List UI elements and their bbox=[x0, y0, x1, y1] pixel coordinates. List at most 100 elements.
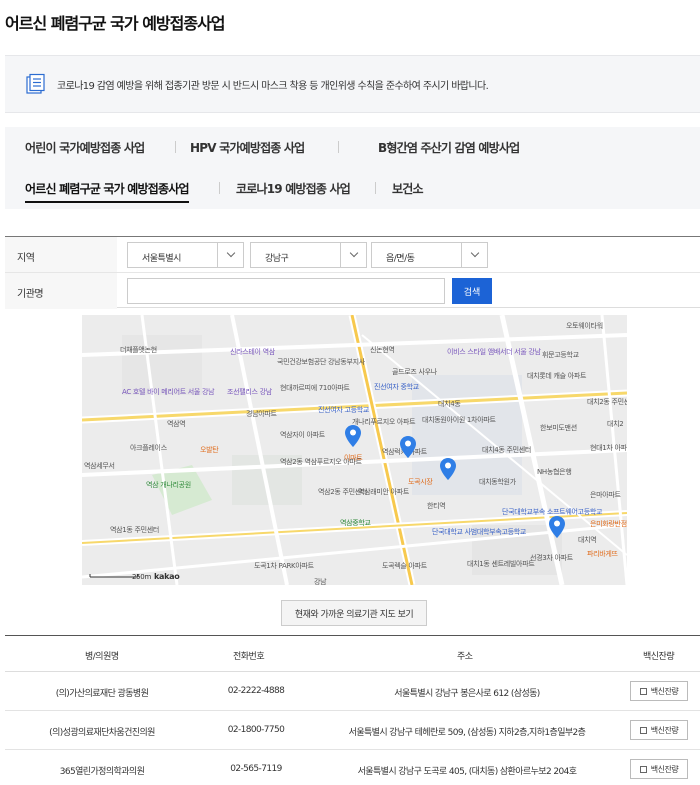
tab-covid19[interactable]: 코로나19 예방접종 사업 bbox=[236, 180, 351, 197]
map-label: 은미화랑반점 bbox=[590, 520, 627, 528]
map-pin-icon[interactable] bbox=[400, 436, 416, 458]
map-label: 역삼자이 아파트 bbox=[280, 431, 325, 439]
chevron-down-icon bbox=[470, 248, 479, 258]
notice-banner: 코로나19 감염 예방을 위해 접종기관 방문 시 반드시 마스크 착용 등 개… bbox=[5, 55, 700, 113]
table-row: (의)가산의료재단 광동병원 02-2222-4888 서울특별시 강남구 봉은… bbox=[5, 672, 700, 711]
clinic-address: 서울특별시 강남구 봉은사로 612 (삼성동) bbox=[394, 689, 540, 699]
sido-select-value: 서울특별시 bbox=[142, 254, 181, 264]
map-label: 신논현역 bbox=[370, 346, 395, 354]
map-label: 대치역 bbox=[578, 536, 597, 544]
map-label: 선경3차 아파트 bbox=[530, 554, 573, 562]
notice-text: 코로나19 감염 예방을 위해 접종기관 방문 시 반드시 마스크 착용 등 개… bbox=[57, 80, 489, 92]
map-view[interactable]: 더채플앳논현 신라스테이 역삼 국민건강보험공단 강남동부지사 신논현역 골드로… bbox=[82, 315, 627, 585]
map-label: 도곡시장 bbox=[408, 478, 433, 486]
map-label: 은마아파트 bbox=[590, 491, 621, 499]
map-label: 강남 bbox=[314, 578, 327, 585]
tab-hpv[interactable]: HPV 국가예방접종 사업 bbox=[190, 139, 305, 156]
map-label: 진선여자 중학교 bbox=[374, 383, 419, 391]
document-list-icon bbox=[26, 73, 45, 94]
map-label: 역삼2동 주민센터 bbox=[318, 488, 368, 496]
tab-senior-pneumococcal[interactable]: 어르신 폐렴구균 국가 예방접종사업 bbox=[25, 180, 190, 203]
vaccine-stock-button[interactable]: 백신잔량 bbox=[630, 720, 688, 740]
map-label: NH농협은행 bbox=[537, 468, 572, 476]
map-label: 국민건강보험공단 강남동부지사 bbox=[277, 358, 365, 366]
map-pin-icon[interactable] bbox=[549, 516, 565, 538]
nearby-clinics-map-button[interactable]: 현재와 가까운 의료기관 지도 보기 bbox=[281, 600, 427, 626]
map-label: 골드로즈 사우나 bbox=[392, 368, 437, 376]
search-button[interactable]: 검색 bbox=[452, 278, 492, 304]
org-row: 기관명 검색 bbox=[5, 273, 700, 309]
map-label: 아크플레이스 bbox=[130, 444, 167, 452]
map-label: 개나리푸르지오 아파트 bbox=[352, 418, 416, 426]
map-label: 대치4동 주민센터 bbox=[482, 446, 532, 454]
column-header: 주소 bbox=[457, 652, 473, 662]
tab-health-center[interactable]: 보건소 bbox=[392, 180, 424, 197]
vaccine-stock-button[interactable]: 백신잔량 bbox=[630, 759, 688, 779]
chevron-down-icon bbox=[349, 248, 358, 258]
column-header: 백신잔량 bbox=[643, 652, 675, 662]
kakao-logo: kakao bbox=[154, 572, 180, 581]
map-label: 이비스 스타일 앰배서더 서울 강남 bbox=[447, 348, 541, 356]
map-label: 더채플앳논현 bbox=[120, 346, 157, 354]
map-label: 역삼1동 주민센터 bbox=[110, 526, 160, 534]
map-label: 한티역 bbox=[427, 502, 446, 510]
table-row: 365열린가정의학과의원 02-565-7119 서울특별시 강남구 도곡로 4… bbox=[5, 750, 700, 785]
map-label: 신라스테이 역삼 bbox=[230, 348, 275, 356]
program-tabs: 어린이 국가예방접종 사업 HPV 국가예방접종 사업 B형간염 주산기 감염 … bbox=[5, 127, 700, 209]
map-label: 휘문고등학교 bbox=[542, 351, 579, 359]
org-name-input[interactable] bbox=[127, 278, 445, 304]
map-pin-icon[interactable] bbox=[440, 458, 456, 480]
clinic-name: (의)가산의료재단 광동병원 bbox=[55, 689, 149, 699]
map-label: 도곡1차 PARK아파트 bbox=[254, 562, 314, 570]
tab-divider bbox=[219, 182, 220, 194]
map-label: 오토웨이타워 bbox=[566, 322, 603, 330]
map-scale: 250m bbox=[132, 573, 151, 581]
map-label: 파리바게뜨 bbox=[587, 550, 618, 558]
clinic-name: 365열린가정의학과의원 bbox=[59, 767, 145, 777]
clinic-name: (의)성광의료재단차움건진의원 bbox=[49, 728, 155, 738]
table-header: 병/의원명 전화번호 주소 백신잔량 bbox=[5, 636, 700, 672]
map-label: 역삼역 bbox=[167, 420, 186, 428]
map-label: 진선여자 고등학교 bbox=[318, 406, 370, 414]
map-label: 오발탄 bbox=[200, 446, 219, 454]
map-label: 대치롯데 캐슬 아파트 bbox=[527, 372, 587, 380]
sido-select[interactable]: 서울특별시 bbox=[127, 242, 244, 268]
map-label: 한보미도맨션 bbox=[540, 424, 577, 432]
map-label: 도곡렉슬 아파트 bbox=[382, 562, 427, 570]
map-label: 이마트 bbox=[344, 454, 363, 462]
clinic-address: 서울특별시 강남구 테헤란로 509, (삼성동) 지하2층,지하1층일부2층 bbox=[348, 728, 586, 738]
map-label: 역삼중학교 bbox=[340, 519, 371, 527]
tab-divider bbox=[338, 141, 339, 153]
clinic-address: 서울특별시 강남구 도곡로 405, (대치동) 삼환아르누보2 204호 bbox=[357, 767, 577, 777]
region-label: 지역 bbox=[17, 253, 35, 264]
map-label: 대치동학원가 bbox=[479, 478, 516, 486]
map-label: 역삼세무서 bbox=[84, 462, 115, 470]
region-row: 지역 서울특별시 강남구 읍/면/동 bbox=[5, 237, 700, 273]
checkbox-icon bbox=[639, 687, 647, 695]
map-label: 조선팰리스 강남 bbox=[227, 388, 272, 396]
map-label: 대치2동 주민센터 bbox=[587, 398, 627, 406]
map-label: 대치동원아이원 1차아파트 bbox=[422, 416, 496, 424]
tab-child-vaccination[interactable]: 어린이 국가예방접종 사업 bbox=[25, 139, 145, 156]
tab-divider bbox=[375, 182, 376, 194]
map-pin-icon[interactable] bbox=[345, 425, 361, 447]
org-label: 기관명 bbox=[17, 289, 44, 300]
search-form: 지역 서울특별시 강남구 읍/면/동 기관명 검색 bbox=[5, 236, 700, 309]
tab-divider bbox=[175, 141, 176, 153]
map-label: AC 호텔 바이 메리어트 서울 강남 bbox=[122, 388, 215, 396]
map-label: 대치1동 센트레빌아파트 bbox=[467, 560, 535, 568]
vaccine-stock-button[interactable]: 백신잔량 bbox=[630, 681, 688, 701]
dong-select-value: 읍/면/동 bbox=[386, 254, 415, 264]
column-header: 병/의원명 bbox=[85, 652, 119, 662]
map-label: 현대까르띠에 710아파트 bbox=[280, 384, 350, 392]
map-label: 단국대학교 사범대학부속고등학교 bbox=[432, 528, 527, 536]
dong-select[interactable]: 읍/면/동 bbox=[371, 242, 488, 268]
tab-hepatitis-b[interactable]: B형간염 주산기 감염 예방사업 bbox=[378, 139, 520, 156]
sigungu-select-value: 강남구 bbox=[265, 254, 289, 264]
map-label: 역삼 개나리공원 bbox=[146, 481, 191, 489]
table-row: (의)성광의료재단차움건진의원 02-1800-7750 서울특별시 강남구 테… bbox=[5, 711, 700, 750]
sigungu-select[interactable]: 강남구 bbox=[250, 242, 367, 268]
map-label: 대치2 bbox=[607, 420, 624, 428]
page-title: 어르신 폐렴구균 국가 예방접종사업 bbox=[5, 14, 226, 33]
chevron-down-icon bbox=[226, 248, 235, 258]
